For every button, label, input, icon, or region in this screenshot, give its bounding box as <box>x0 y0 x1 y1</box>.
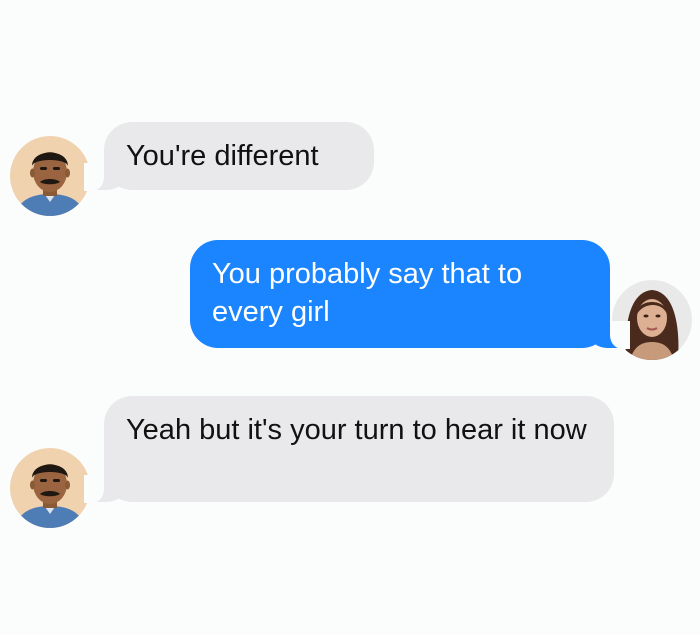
message-text: You're different <box>126 140 319 172</box>
incoming-message-bubble[interactable]: Yeah but it's your turn to hear it now <box>84 396 614 503</box>
man-avatar-graphic <box>10 448 90 528</box>
message-thread: You're different You probably say that t… <box>0 0 700 635</box>
incoming-message-bubble[interactable]: You're different <box>84 122 374 191</box>
man-avatar-icon[interactable] <box>10 448 90 528</box>
outgoing-message-bubble[interactable]: You probably say that to every girl <box>190 240 630 349</box>
message-text: Yeah but it's your turn to hear it now <box>126 414 587 446</box>
message-text: You probably say that to every girl <box>212 258 531 328</box>
man-avatar-icon[interactable] <box>10 136 90 216</box>
man-avatar-graphic <box>10 136 90 216</box>
